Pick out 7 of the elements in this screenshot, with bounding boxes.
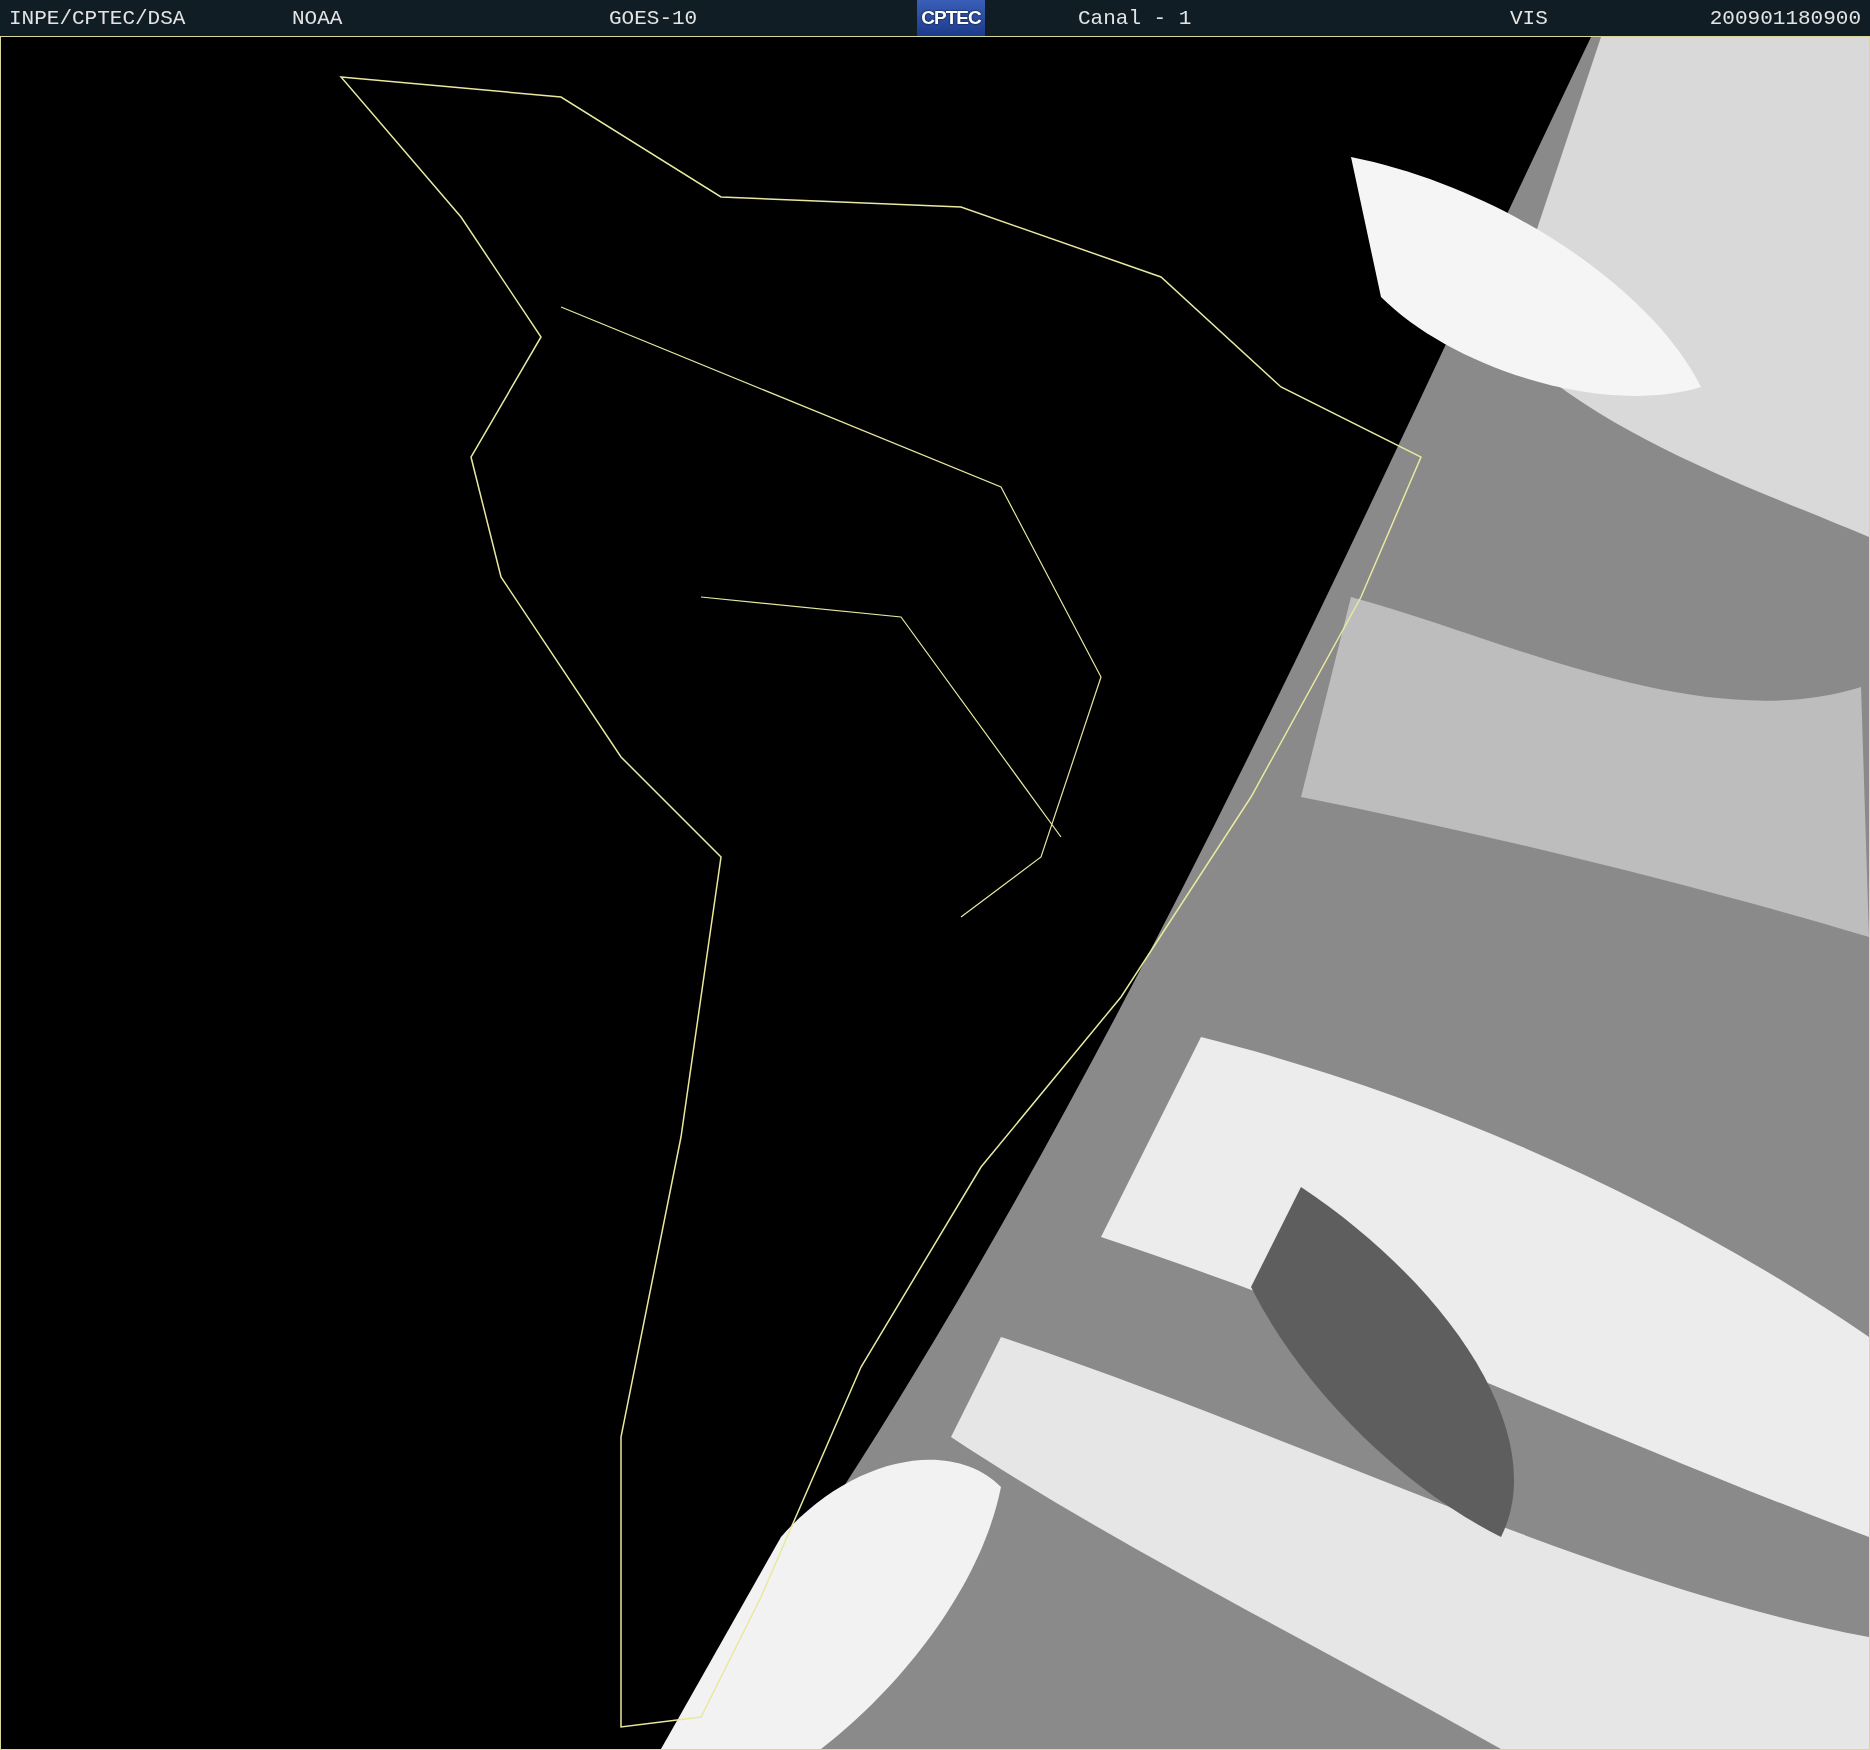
header-label: VIS [1510,6,1548,30]
header-label: Canal - 1 [1078,6,1192,30]
header-label: NOAA [292,6,343,30]
logo: CPTEC [917,0,985,36]
header-label: 200901180900 [1709,6,1861,30]
header-label: GOES-10 [609,6,698,30]
header-label: INPE/CPTEC/DSA [9,6,186,30]
